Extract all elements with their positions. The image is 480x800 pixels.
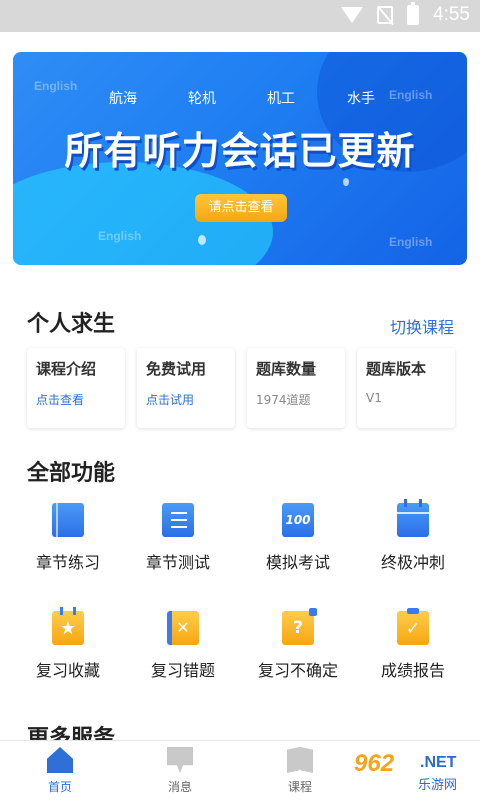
nav-label: 课程 <box>287 780 312 794</box>
score-100-icon: 100 <box>282 503 314 537</box>
list-icon <box>162 503 194 537</box>
banner-watermark: English <box>389 88 433 102</box>
score-report-button[interactable]: ✓ 成绩报告 <box>358 608 468 681</box>
nav-home[interactable]: 首页 <box>20 747 100 795</box>
message-icon <box>167 747 193 773</box>
functions-title: 全部功能 <box>27 461 116 486</box>
banner-bubble <box>198 235 206 245</box>
review-favorites-button[interactable]: ★ 复习收藏 <box>13 607 123 681</box>
function-label: 终极冲刺 <box>380 553 445 572</box>
card-value: V1 <box>366 391 382 405</box>
status-bar: 4:55 <box>0 0 480 32</box>
nav-label: 首页 <box>47 780 72 794</box>
banner-bubble <box>343 178 349 186</box>
card-link[interactable]: 点击试用 <box>146 391 235 408</box>
nav-messages[interactable]: 消息 <box>140 747 220 795</box>
course-intro-card[interactable]: 课程介绍 点击查看 <box>27 348 125 428</box>
function-label: 复习错题 <box>150 661 215 680</box>
no-sim-icon <box>377 6 394 24</box>
card-title: 题库版本 <box>366 360 427 378</box>
course-title: 个人求生 <box>27 312 116 337</box>
card-value: 1974道题 <box>256 393 311 407</box>
question-count-card: 题库数量 1974道题 <box>247 348 345 428</box>
banner-watermark: English <box>98 229 142 243</box>
function-label: 成绩报告 <box>380 661 445 680</box>
banner-category: 航海 <box>109 91 137 107</box>
nav-label: 消息 <box>167 780 192 794</box>
home-icon <box>47 747 73 773</box>
function-label: 模拟考试 <box>265 553 330 572</box>
banner-category: 机工 <box>267 91 295 107</box>
promo-banner[interactable]: English English English English 航海 轮机 机工… <box>13 52 467 265</box>
banner-watermark: English <box>34 79 78 93</box>
clipboard-check-icon: ✓ <box>397 608 429 645</box>
card-title: 课程介绍 <box>36 360 97 378</box>
mock-exam-button[interactable]: 100 模拟考试 <box>243 503 353 573</box>
watermark-suffix: .NET <box>420 754 457 771</box>
function-label: 章节测试 <box>145 553 210 572</box>
watermark-name: 乐游网 <box>418 778 458 793</box>
nav-courses[interactable]: 课程 <box>260 747 340 795</box>
battery-icon <box>407 2 420 25</box>
watermark-number: 962 <box>354 750 395 777</box>
review-wrong-button[interactable]: ✕ 复习错题 <box>128 611 238 681</box>
question-version-card: 题库版本 V1 <box>357 348 455 428</box>
site-watermark: 962 .NET 乐游网 <box>346 748 474 796</box>
banner-category: 水手 <box>347 91 375 107</box>
review-uncertain-button[interactable]: ? 复习不确定 <box>243 608 353 681</box>
banner-category: 轮机 <box>188 91 216 107</box>
banner-headline: 所有听力会话已更新 <box>64 129 416 173</box>
calendar-icon <box>397 499 429 537</box>
banner-watermark: English <box>389 235 433 249</box>
function-label: 复习不确定 <box>257 661 338 680</box>
chapter-test-button[interactable]: 章节测试 <box>123 503 233 573</box>
card-link[interactable]: 点击查看 <box>36 391 125 408</box>
function-label: 章节练习 <box>35 553 100 572</box>
function-label: 复习收藏 <box>35 661 100 680</box>
banner-cta-button[interactable]: 请点击查看 <box>195 194 287 222</box>
question-icon: ? <box>282 608 317 645</box>
wrong-book-icon: ✕ <box>167 611 199 645</box>
free-trial-card[interactable]: 免费试用 点击试用 <box>137 348 235 428</box>
book-icon <box>52 503 84 537</box>
final-sprint-button[interactable]: 终极冲刺 <box>358 499 468 573</box>
chapter-practice-button[interactable]: 章节练习 <box>13 503 123 573</box>
star-calendar-icon: ★ <box>52 607 84 645</box>
course-book-icon <box>287 747 313 773</box>
card-title: 题库数量 <box>256 360 317 378</box>
card-title: 免费试用 <box>146 360 207 378</box>
status-time: 4:55 <box>433 4 470 25</box>
switch-course-link[interactable]: 切换课程 <box>390 314 454 338</box>
wifi-icon <box>341 7 364 23</box>
